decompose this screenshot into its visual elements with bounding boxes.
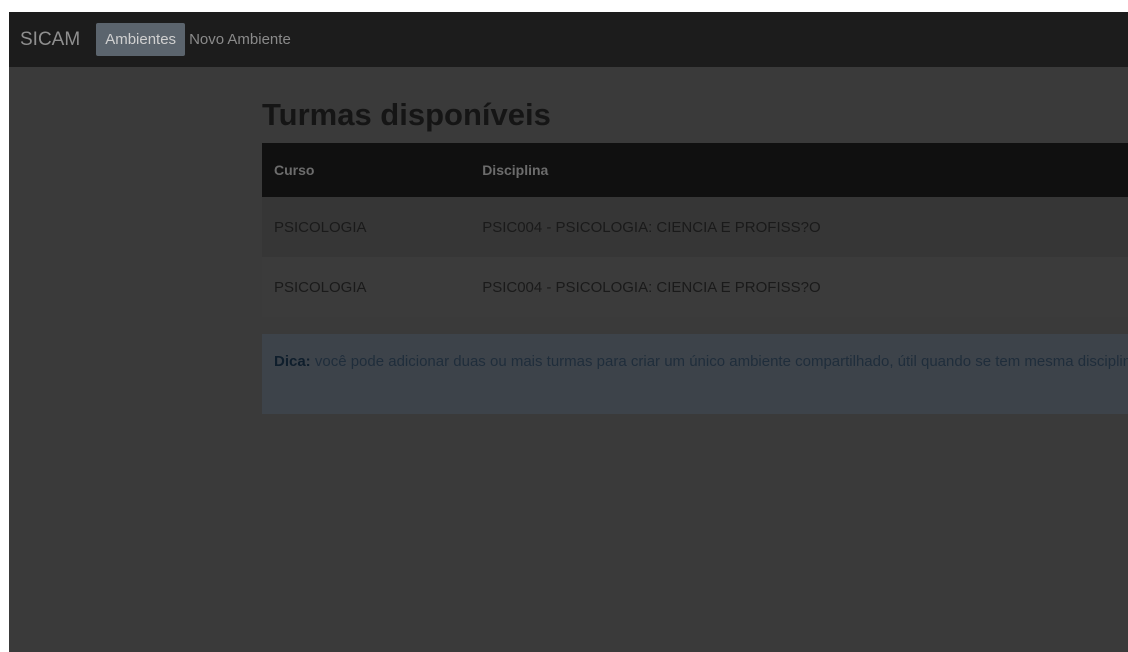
turmas-table: Curso Disciplina T PSICOLOGIA PSIC004 - … (262, 143, 1128, 317)
app-window: SICAM Ambientes Novo Ambiente Turmas dis… (9, 12, 1128, 652)
tip-alert: Dica: você pode adicionar duas ou mais t… (262, 334, 1128, 414)
cell-disciplina: PSIC004 - PSICOLOGIA: CIENCIA E PROFISS?… (482, 218, 821, 236)
table-header: Curso Disciplina T (262, 143, 1128, 197)
table-row[interactable]: PSICOLOGIA PSIC004 - PSICOLOGIA: CIENCIA… (262, 197, 1128, 257)
top-navbar: SICAM Ambientes Novo Ambiente (9, 12, 1128, 67)
brand-logo[interactable]: SICAM (20, 29, 80, 51)
tip-text: você pode adicionar duas ou mais turmas … (310, 353, 1128, 370)
cell-curso: PSICOLOGIA (274, 278, 367, 296)
cell-curso: PSICOLOGIA (274, 218, 367, 236)
main-content: Turmas disponíveis Curso Disciplina T PS… (262, 67, 1128, 414)
cell-disciplina: PSIC004 - PSICOLOGIA: CIENCIA E PROFISS?… (482, 278, 821, 296)
nav-item-ambientes[interactable]: Ambientes (96, 23, 186, 56)
column-header-disciplina: Disciplina (482, 162, 549, 178)
table-row[interactable]: PSICOLOGIA PSIC004 - PSICOLOGIA: CIENCIA… (262, 257, 1128, 317)
tip-label: Dica: (274, 353, 311, 370)
page-title: Turmas disponíveis (262, 97, 551, 132)
nav-item-novo-ambiente[interactable]: Novo Ambiente (189, 31, 291, 48)
table-header-row: Curso Disciplina T (262, 143, 1128, 197)
column-header-curso: Curso (274, 162, 315, 178)
